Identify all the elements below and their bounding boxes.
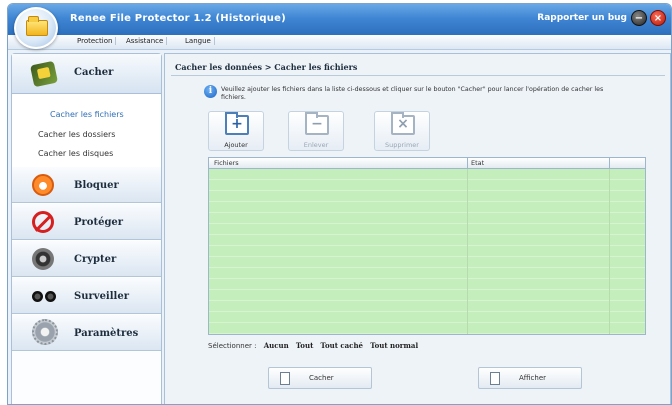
column-line	[467, 169, 468, 334]
sidebar-item-cacher[interactable]: Cacher	[12, 54, 161, 94]
menu-bar: Protection Assistance Langue	[8, 35, 671, 50]
main-panel: Cacher les données > Cacher les fichiers…	[164, 53, 671, 404]
sub-item-hide-files[interactable]: Cacher les fichiers	[50, 110, 124, 119]
app-logo-icon	[14, 7, 58, 49]
show-button[interactable]: Afficher	[478, 367, 582, 389]
document-icon	[280, 372, 290, 385]
remove-label: Enlever	[303, 141, 329, 149]
sidebar-head-label: Cacher	[74, 67, 114, 78]
add-file-icon: +	[225, 112, 249, 135]
sidebar-item-label: Paramètres	[74, 328, 139, 339]
document-icon	[490, 372, 500, 385]
menu-protection[interactable]: Protection	[74, 37, 117, 45]
add-label: Ajouter	[224, 141, 248, 149]
info-text: Veuillez ajouter les fichiers dans la li…	[221, 86, 604, 101]
select-all-normal-link[interactable]: Tout normal	[370, 341, 418, 350]
sidebar-item-surveiller[interactable]: Surveiller	[12, 277, 161, 314]
sub-item-hide-folders[interactable]: Cacher les dossiers	[38, 130, 115, 139]
divider	[171, 75, 665, 76]
lock-icon	[32, 174, 54, 196]
delete-button[interactable]: × Supprimer	[374, 111, 430, 151]
sidebar-item-label: Bloquer	[74, 180, 119, 191]
add-button[interactable]: + Ajouter	[208, 111, 264, 151]
delete-label: Supprimer	[385, 141, 419, 149]
breadcrumb: Cacher les données > Cacher les fichiers	[175, 62, 358, 72]
sidebar-submenu: Cacher les fichiers Cacher les dossiers …	[12, 94, 161, 166]
select-all-link[interactable]: Tout	[296, 341, 313, 350]
hide-button[interactable]: Cacher	[268, 367, 372, 389]
sidebar-item-label: Surveiller	[74, 291, 129, 302]
disc-icon	[32, 248, 54, 270]
hide-button-label: Cacher	[309, 374, 334, 382]
sidebar-item-parametres[interactable]: Paramètres	[12, 314, 161, 351]
column-line	[609, 169, 610, 334]
sidebar: Cacher Cacher les fichiers Cacher les do…	[11, 53, 162, 404]
menu-langue[interactable]: Langue	[182, 37, 215, 45]
app-title: Renee File Protector 1.2 (Historique)	[70, 13, 286, 24]
binoculars-icon	[32, 285, 56, 307]
show-button-label: Afficher	[519, 374, 547, 382]
column-header-state[interactable]: Etat	[471, 159, 484, 167]
sidebar-item-label: Crypter	[74, 254, 117, 265]
info-icon: i	[204, 85, 217, 98]
select-label: Sélectionner :	[208, 342, 257, 350]
column-separator	[467, 158, 468, 168]
menu-assistance[interactable]: Assistance	[123, 37, 168, 45]
sidebar-item-proteger[interactable]: Protéger	[12, 203, 161, 240]
minimize-button[interactable]: −	[631, 10, 647, 26]
sidebar-item-crypter[interactable]: Crypter	[12, 240, 161, 277]
sub-item-hide-disks[interactable]: Cacher les disques	[38, 149, 113, 158]
gear-icon	[32, 319, 58, 345]
remove-button[interactable]: − Enlever	[288, 111, 344, 151]
select-none-link[interactable]: Aucun	[264, 341, 289, 350]
column-header-files[interactable]: Fichiers	[214, 159, 239, 167]
title-bar: Renee File Protector 1.2 (Historique) Ra…	[8, 4, 671, 35]
selection-bar: Sélectionner : Aucun Tout Tout caché Tou…	[208, 341, 418, 350]
file-table[interactable]: Fichiers Etat	[208, 157, 646, 335]
prohibit-icon	[32, 211, 54, 233]
sidebar-item-label: Protéger	[74, 217, 124, 228]
report-bug-link[interactable]: Rapporter un bug	[537, 13, 627, 23]
table-header: Fichiers Etat	[209, 158, 645, 169]
remove-file-icon: −	[305, 112, 329, 135]
close-button[interactable]: ×	[650, 10, 666, 26]
app-window: Renee File Protector 1.2 (Historique) Ra…	[7, 3, 672, 405]
select-all-hidden-link[interactable]: Tout caché	[321, 341, 363, 350]
hide-icon	[29, 60, 59, 88]
delete-file-icon: ×	[391, 112, 415, 135]
column-separator	[609, 158, 610, 168]
table-rows[interactable]	[209, 169, 645, 334]
sidebar-item-bloquer[interactable]: Bloquer	[12, 166, 161, 203]
